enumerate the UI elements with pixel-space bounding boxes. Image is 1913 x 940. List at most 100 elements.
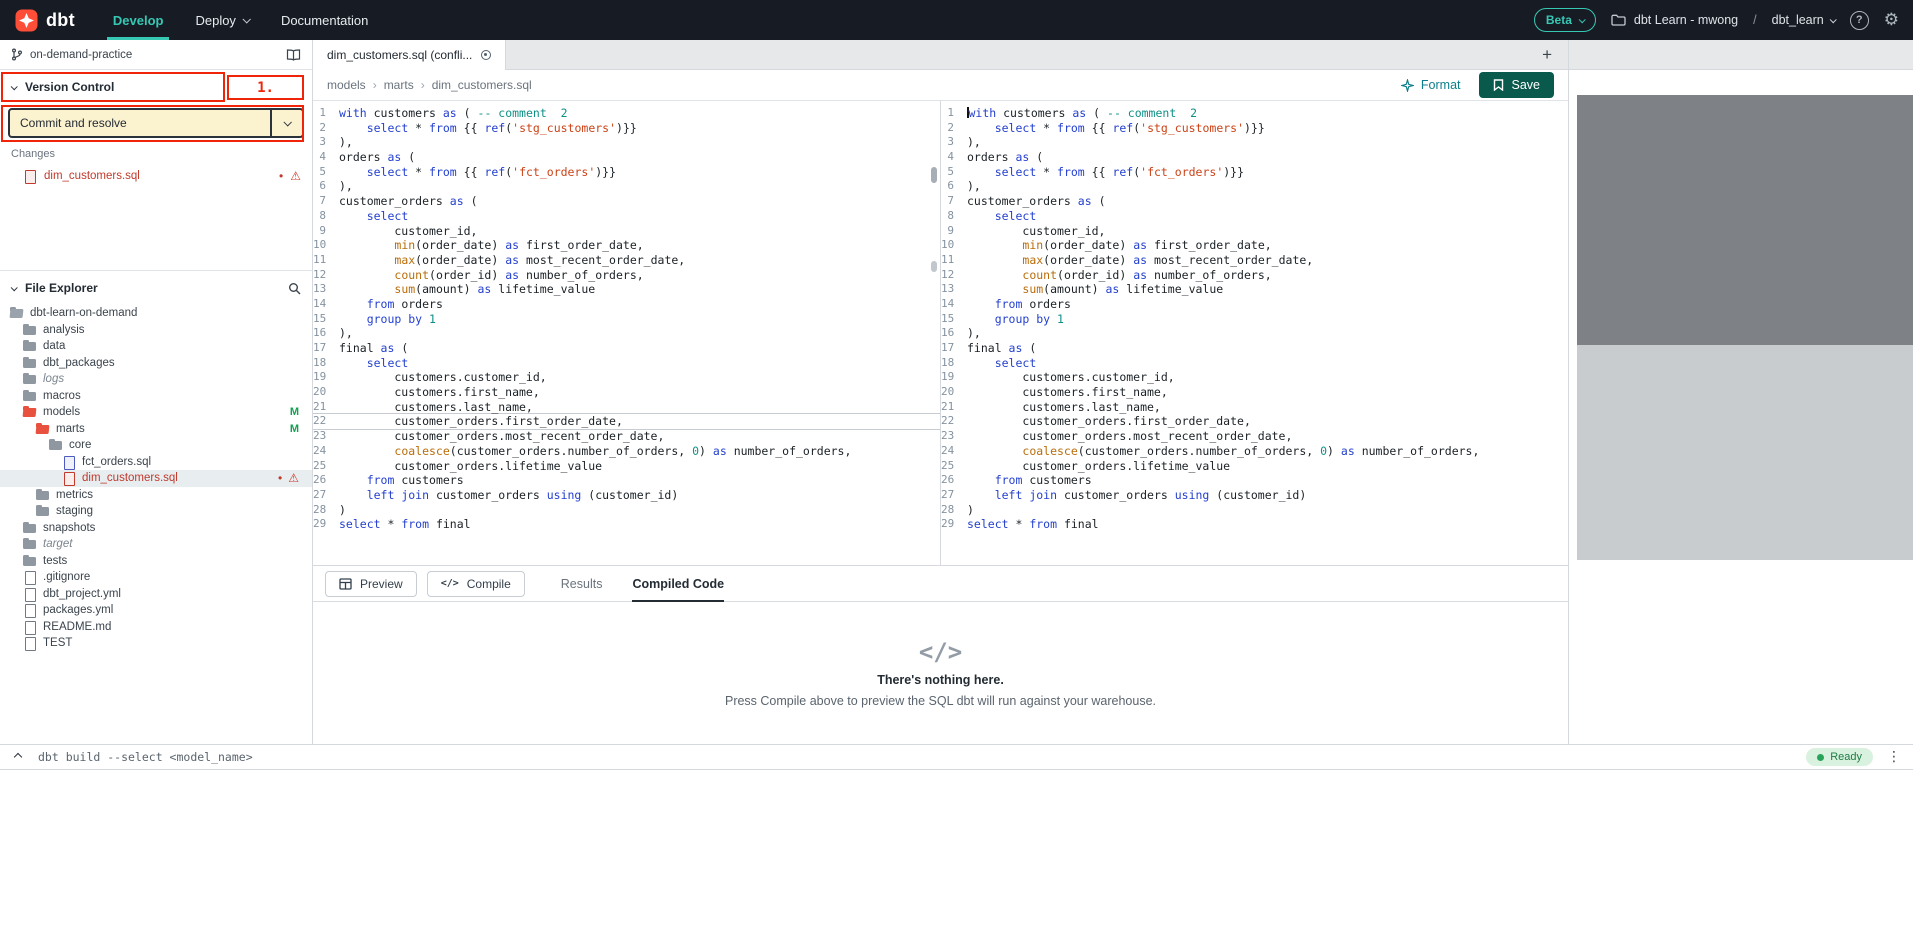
code-line-18[interactable]: 18 select — [941, 356, 1568, 371]
account-switcher[interactable]: dbt Learn - mwong — [1611, 13, 1738, 27]
code-line-28[interactable]: 28) — [313, 503, 940, 518]
code-line-14[interactable]: 14 from orders — [313, 297, 940, 312]
scrollbar-thumb[interactable] — [1577, 95, 1913, 345]
docs-book-icon[interactable] — [286, 49, 301, 61]
code-line-29[interactable]: 29select * from final — [941, 517, 1568, 532]
tree-item-dbt-learn-on-demand[interactable]: dbt-learn-on-demand — [0, 305, 312, 322]
code-line-24[interactable]: 24 coalesce(customer_orders.number_of_or… — [941, 444, 1568, 459]
tree-item-target[interactable]: target — [0, 536, 312, 553]
tree-item-analysis[interactable]: analysis — [0, 322, 312, 339]
tree-item-data[interactable]: data — [0, 338, 312, 355]
version-control-header[interactable]: Version Control — [0, 70, 312, 104]
code-line-26[interactable]: 26 from customers — [941, 473, 1568, 488]
branch-name[interactable]: on-demand-practice — [30, 49, 132, 61]
code-line-6[interactable]: 6), — [941, 179, 1568, 194]
tree-item-metrics[interactable]: metrics — [0, 487, 312, 504]
code-line-11[interactable]: 11 max(order_date) as most_recent_order_… — [313, 253, 940, 268]
tree-item-macros[interactable]: macros — [0, 388, 312, 405]
code-line-15[interactable]: 15 group by 1 — [313, 312, 940, 327]
editor-pane-right[interactable]: 1with customers as ( -- comment 22 selec… — [941, 101, 1568, 565]
tree-item-fct-orders-sql[interactable]: fct_orders.sql — [0, 454, 312, 471]
code-line-8[interactable]: 8 select — [941, 209, 1568, 224]
project-selector[interactable]: dbt_learn — [1772, 13, 1835, 27]
code-line-2[interactable]: 2 select * from {{ ref('stg_customers')}… — [313, 121, 940, 136]
code-line-5[interactable]: 5 select * from {{ ref('fct_orders')}} — [313, 165, 940, 180]
code-line-2[interactable]: 2 select * from {{ ref('stg_customers')}… — [941, 121, 1568, 136]
code-line-7[interactable]: 7customer_orders as ( — [941, 194, 1568, 209]
scrollbar-thumb[interactable] — [931, 167, 937, 183]
code-line-17[interactable]: 17final as ( — [313, 341, 940, 356]
save-button[interactable]: Save — [1479, 72, 1555, 98]
tab-compiled-code[interactable]: Compiled Code — [632, 566, 724, 602]
code-line-3[interactable]: 3), — [941, 135, 1568, 150]
scrollbar-track[interactable] — [1577, 345, 1913, 560]
code-line-16[interactable]: 16), — [313, 326, 940, 341]
code-line-8[interactable]: 8 select — [313, 209, 940, 224]
breadcrumb-file[interactable]: dim_customers.sql — [432, 78, 532, 92]
code-line-17[interactable]: 17final as ( — [941, 341, 1568, 356]
tab-dim-customers[interactable]: dim_customers.sql (confli... — [313, 40, 506, 70]
tree-item-test[interactable]: TEST — [0, 635, 312, 652]
tree-item-logs[interactable]: logs — [0, 371, 312, 388]
code-line-12[interactable]: 12 count(order_id) as number_of_orders, — [941, 268, 1568, 283]
file-explorer-header[interactable]: File Explorer — [0, 271, 312, 305]
code-line-6[interactable]: 6), — [313, 179, 940, 194]
code-line-3[interactable]: 3), — [313, 135, 940, 150]
code-line-18[interactable]: 18 select — [313, 356, 940, 371]
code-line-14[interactable]: 14 from orders — [941, 297, 1568, 312]
code-line-7[interactable]: 7customer_orders as ( — [313, 194, 940, 209]
tree-item-snapshots[interactable]: snapshots — [0, 520, 312, 537]
help-icon[interactable]: ? — [1850, 11, 1869, 30]
code-line-20[interactable]: 20 customers.first_name, — [313, 385, 940, 400]
code-line-9[interactable]: 9 customer_id, — [313, 224, 940, 239]
tree-item--gitignore[interactable]: .gitignore — [0, 569, 312, 586]
code-line-25[interactable]: 25 customer_orders.lifetime_value — [941, 459, 1568, 474]
code-line-22[interactable]: 22 customer_orders.first_order_date, — [941, 414, 1568, 429]
dbt-logo[interactable]: dbt — [14, 8, 75, 33]
code-line-24[interactable]: 24 coalesce(customer_orders.number_of_or… — [313, 444, 940, 459]
collapse-panel-chevron[interactable] — [12, 751, 24, 763]
code-line-26[interactable]: 26 from customers — [313, 473, 940, 488]
tree-item-dim-customers-sql[interactable]: dim_customers.sql•⚠ — [0, 470, 312, 487]
tree-item-packages-yml[interactable]: packages.yml — [0, 602, 312, 619]
code-line-10[interactable]: 10 min(order_date) as first_order_date, — [941, 238, 1568, 253]
search-icon[interactable] — [288, 282, 301, 295]
code-line-27[interactable]: 27 left join customer_orders using (cust… — [313, 488, 940, 503]
code-line-11[interactable]: 11 max(order_date) as most_recent_order_… — [941, 253, 1568, 268]
code-line-27[interactable]: 27 left join customer_orders using (cust… — [941, 488, 1568, 503]
commit-and-resolve-button[interactable]: Commit and resolve — [8, 108, 304, 138]
kebab-menu-icon[interactable]: ⋮ — [1887, 749, 1901, 765]
beta-toggle[interactable]: Beta — [1534, 8, 1596, 32]
code-line-9[interactable]: 9 customer_id, — [941, 224, 1568, 239]
new-tab-plus-icon[interactable]: + — [1542, 46, 1552, 63]
settings-gear-icon[interactable]: ⚙ — [1884, 10, 1899, 30]
changed-file-row[interactable]: dim_customers.sql • ⚠ — [11, 169, 301, 183]
tree-item-core[interactable]: core — [0, 437, 312, 454]
code-line-20[interactable]: 20 customers.first_name, — [941, 385, 1568, 400]
nav-deploy[interactable]: Deploy — [179, 0, 264, 40]
format-button[interactable]: Format — [1401, 78, 1461, 92]
code-line-21[interactable]: 21 customers.last_name, — [941, 400, 1568, 415]
code-line-23[interactable]: 23 customer_orders.most_recent_order_dat… — [941, 429, 1568, 444]
code-line-13[interactable]: 13 sum(amount) as lifetime_value — [313, 282, 940, 297]
code-line-1[interactable]: 1with customers as ( -- comment 2 — [941, 106, 1568, 121]
code-line-12[interactable]: 12 count(order_id) as number_of_orders, — [313, 268, 940, 283]
tree-item-readme-md[interactable]: README.md — [0, 619, 312, 636]
tree-item-tests[interactable]: tests — [0, 553, 312, 570]
code-line-15[interactable]: 15 group by 1 — [941, 312, 1568, 327]
tree-item-staging[interactable]: staging — [0, 503, 312, 520]
code-line-23[interactable]: 23 customer_orders.most_recent_order_dat… — [313, 429, 940, 444]
code-line-25[interactable]: 25 customer_orders.lifetime_value — [313, 459, 940, 474]
tree-item-models[interactable]: modelsM — [0, 404, 312, 421]
code-line-10[interactable]: 10 min(order_date) as first_order_date, — [313, 238, 940, 253]
compile-button[interactable]: </> Compile — [427, 571, 525, 597]
editor-pane-left[interactable]: 1with customers as ( -- comment 22 selec… — [313, 101, 940, 565]
code-line-4[interactable]: 4orders as ( — [313, 150, 940, 165]
code-line-4[interactable]: 4orders as ( — [941, 150, 1568, 165]
code-line-16[interactable]: 16), — [941, 326, 1568, 341]
tree-item-dbt-packages[interactable]: dbt_packages — [0, 355, 312, 372]
code-line-19[interactable]: 19 customers.customer_id, — [941, 370, 1568, 385]
nav-documentation[interactable]: Documentation — [265, 0, 384, 40]
code-line-13[interactable]: 13 sum(amount) as lifetime_value — [941, 282, 1568, 297]
breadcrumb-marts[interactable]: marts — [384, 78, 414, 92]
